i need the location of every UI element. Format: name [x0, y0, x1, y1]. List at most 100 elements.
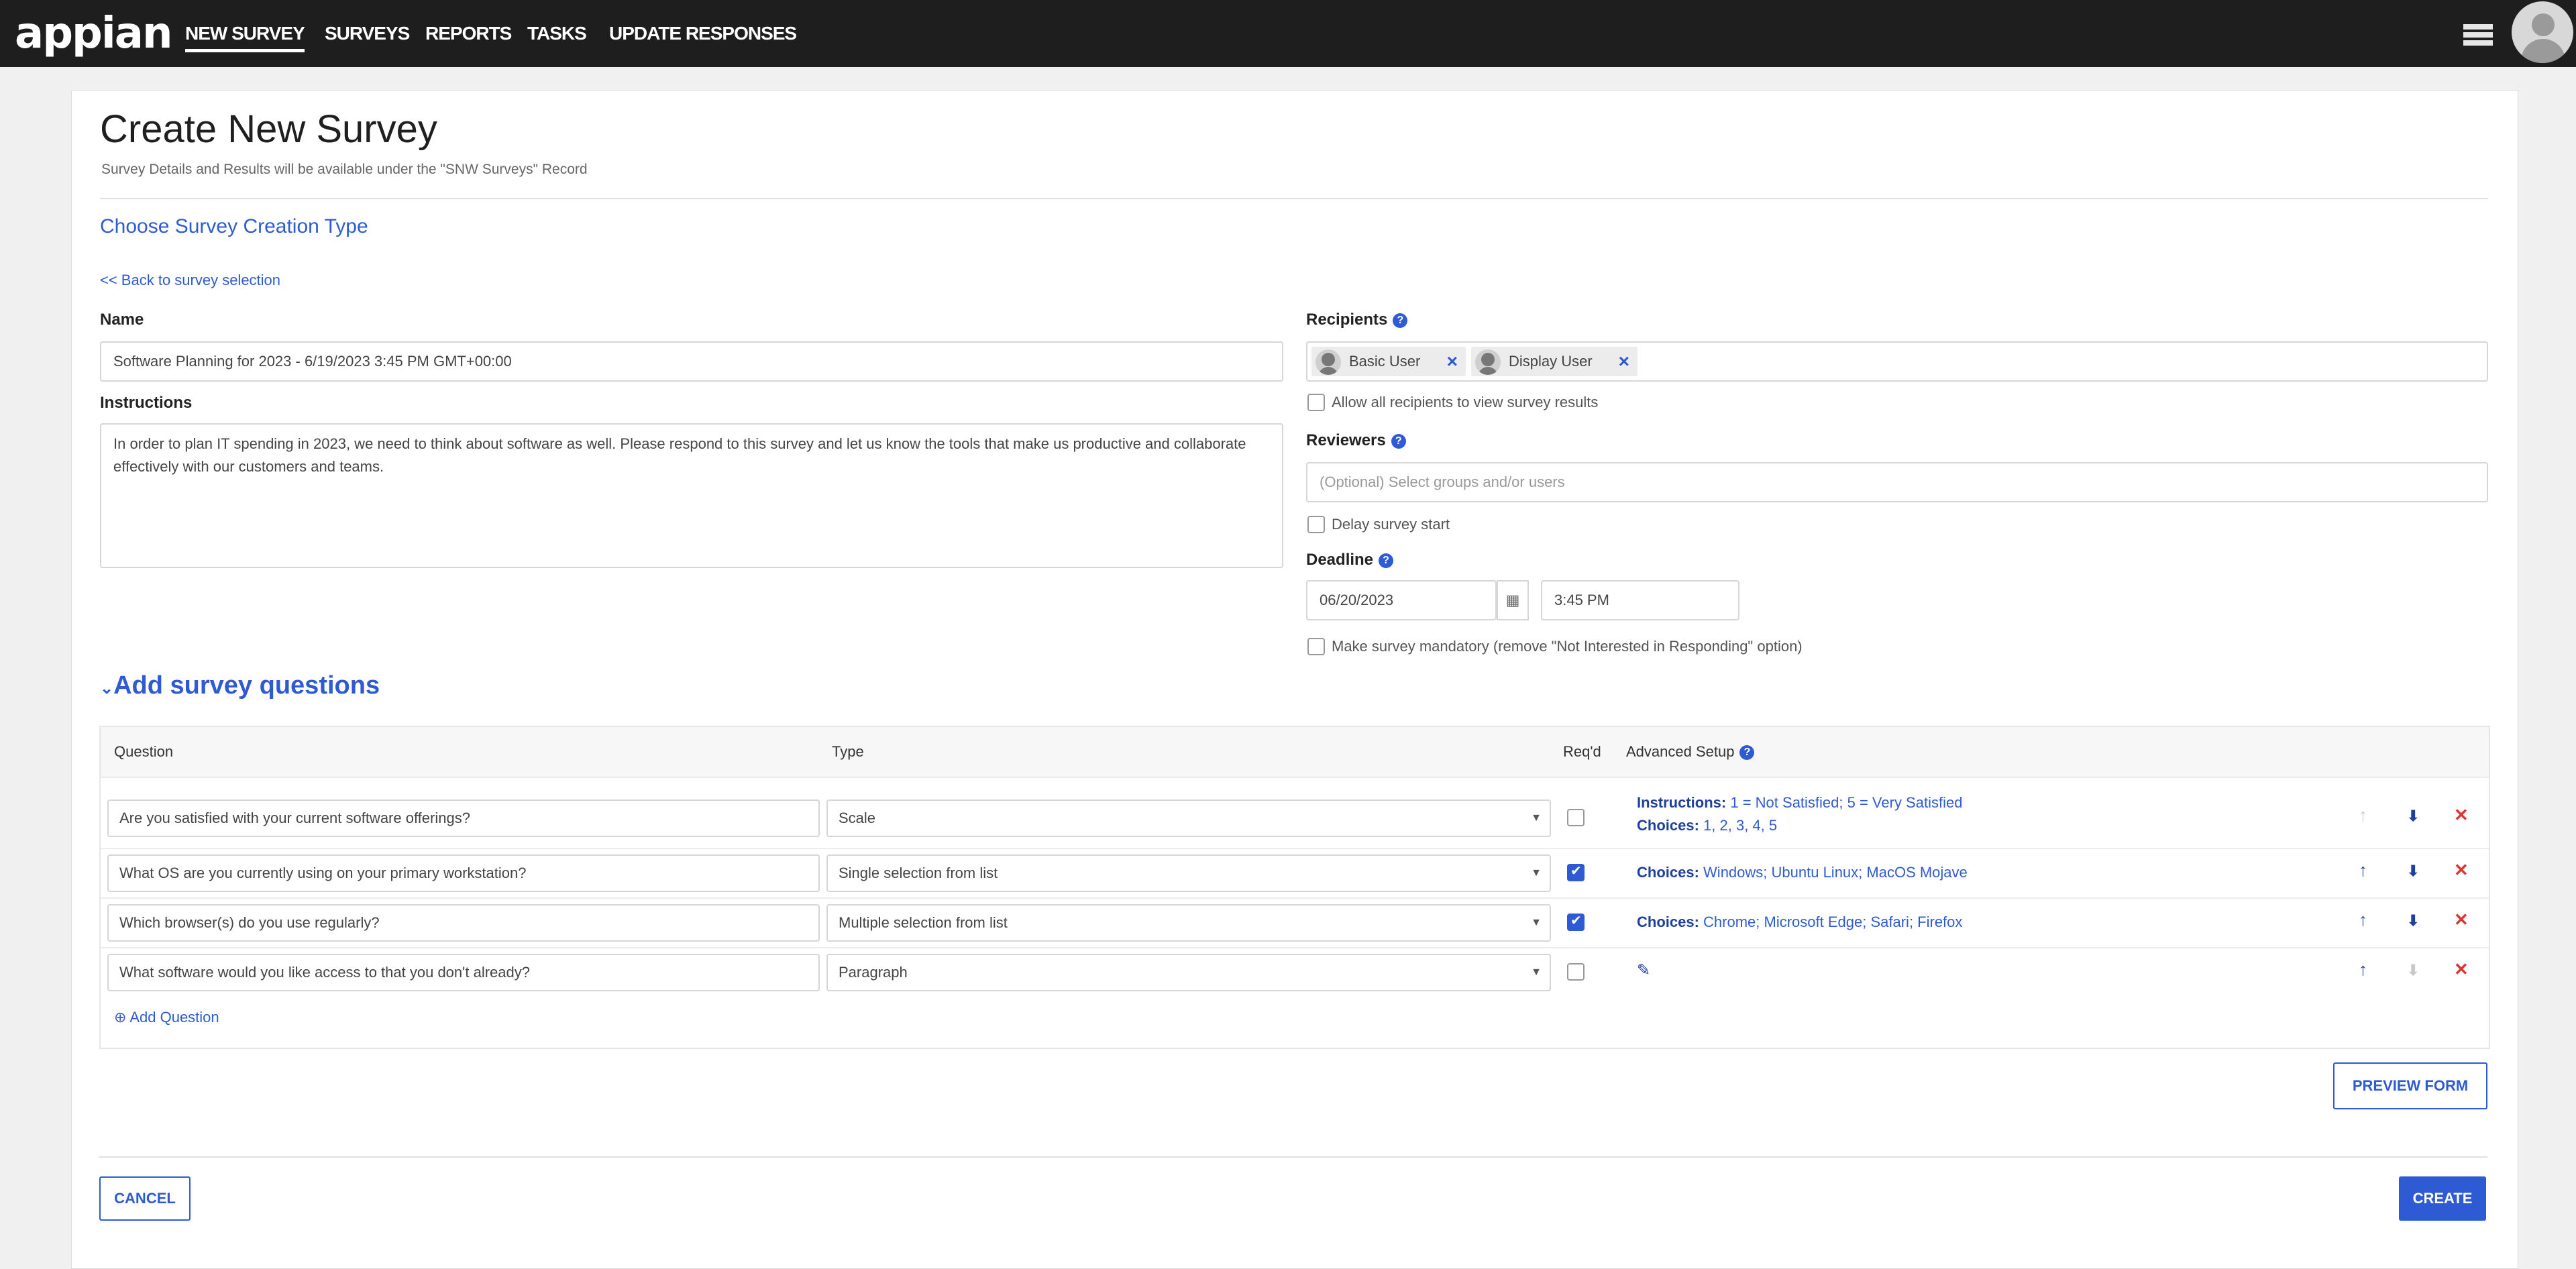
calendar-icon[interactable]: ▦ — [1497, 580, 1529, 620]
appian-logo[interactable]: appian — [15, 7, 172, 60]
preview-form-button[interactable]: PREVIEW FORM — [2333, 1062, 2487, 1109]
recipient-chip: Basic User × — [1311, 347, 1466, 376]
deadline-time-input[interactable]: 3:45 PM — [1541, 580, 1739, 620]
plus-circle-icon: ⊕ — [114, 1009, 127, 1026]
user-avatar-icon — [1475, 349, 1501, 375]
title-divider — [100, 198, 2488, 199]
instructions-textarea[interactable]: In order to plan IT spending in 2023, we… — [100, 423, 1283, 568]
section-title: Add survey questions — [113, 671, 380, 700]
dropdown-arrow-icon: ▼ — [1531, 812, 1542, 824]
dropdown-arrow-icon: ▼ — [1531, 867, 1542, 879]
type-value: Scale — [839, 810, 876, 826]
add-questions-section-header[interactable]: ⌄Add survey questions — [100, 671, 380, 700]
required-checkbox[interactable] — [1567, 912, 1585, 931]
survey-form-card: Create New Survey Survey Details and Res… — [71, 90, 2518, 1269]
move-down-icon[interactable]: ⬇ — [2407, 912, 2419, 930]
delete-icon[interactable]: ✕ — [2454, 805, 2469, 826]
name-input[interactable]: Software Planning for 2023 - 6/19/2023 3… — [100, 341, 1283, 382]
delete-icon[interactable]: ✕ — [2454, 909, 2469, 930]
help-icon[interactable]: ? — [1739, 745, 1755, 761]
advanced-setup-link[interactable]: Choices: Chrome; Microsoft Edge; Safari;… — [1637, 911, 1962, 934]
advanced-value: 1 = Not Satisfied; 5 = Very Satisfied — [1730, 794, 1963, 811]
name-label: Name — [100, 311, 144, 329]
footer-divider — [99, 1156, 2487, 1158]
column-header-question: Question — [114, 743, 174, 760]
allow-results-label: Allow all recipients to view survey resu… — [1332, 394, 1599, 410]
move-up-icon[interactable]: ↑ — [2359, 959, 2367, 980]
nav-update-responses[interactable]: UPDATE RESPONSES — [609, 20, 797, 47]
question-input[interactable]: What software would you like access to t… — [107, 954, 820, 991]
help-icon[interactable]: ? — [1393, 313, 1408, 328]
reviewers-label-text: Reviewers — [1306, 431, 1386, 449]
type-dropdown[interactable]: Single selection from list ▼ — [826, 854, 1551, 892]
type-value: Multiple selection from list — [839, 914, 1008, 931]
top-navigation-bar: appian NEW SURVEY SURVEYS REPORTS TASKS … — [0, 0, 2576, 67]
choose-creation-type-link[interactable]: Choose Survey Creation Type — [100, 215, 368, 238]
mandatory-label: Make survey mandatory (remove "Not Inter… — [1332, 638, 1803, 655]
deadline-date-input[interactable]: 06/20/2023 — [1306, 580, 1497, 620]
hamburger-icon[interactable] — [2463, 24, 2493, 47]
deadline-label: Deadline? — [1306, 551, 1394, 569]
recipients-picker[interactable]: Basic User × Display User × — [1306, 341, 2488, 382]
move-down-icon[interactable]: ⬇ — [2407, 863, 2419, 880]
delay-start-checkbox[interactable] — [1307, 516, 1325, 533]
deadline-label-text: Deadline — [1306, 551, 1374, 569]
delete-icon[interactable]: ✕ — [2454, 860, 2469, 881]
delete-icon[interactable]: ✕ — [2454, 959, 2469, 980]
user-avatar-icon — [1316, 349, 1341, 375]
cancel-button[interactable]: CANCEL — [99, 1176, 191, 1221]
question-input[interactable]: Are you satisfied with your current soft… — [107, 799, 820, 837]
grid-header — [101, 727, 2489, 777]
question-input[interactable]: Which browser(s) do you use regularly? — [107, 904, 820, 942]
advanced-label: Choices: — [1637, 817, 1699, 834]
nav-tasks[interactable]: TASKS — [527, 20, 587, 47]
column-header-required: Req'd — [1563, 743, 1601, 760]
required-checkbox[interactable] — [1567, 809, 1585, 826]
nav-new-survey[interactable]: NEW SURVEY — [185, 20, 305, 52]
type-value: Paragraph — [839, 964, 908, 981]
chevron-down-icon: ⌄ — [100, 679, 114, 698]
add-question-label: Add Question — [129, 1009, 219, 1026]
advanced-label: Choices: — [1637, 864, 1699, 881]
type-dropdown[interactable]: Paragraph ▼ — [826, 954, 1551, 991]
remove-icon[interactable]: × — [1447, 347, 1458, 376]
question-input[interactable]: What OS are you currently using on your … — [107, 854, 820, 892]
nav-reports[interactable]: REPORTS — [425, 20, 512, 47]
user-avatar-icon[interactable] — [2512, 1, 2573, 63]
recipient-name: Basic User — [1349, 353, 1421, 370]
questions-grid: Question Type Req'd Advanced Setup? Are … — [99, 726, 2490, 1049]
recipient-name: Display User — [1509, 353, 1593, 370]
advanced-setup-header-text: Advanced Setup — [1626, 743, 1735, 760]
allow-results-checkbox[interactable] — [1307, 394, 1325, 411]
advanced-label: Instructions: — [1637, 794, 1727, 811]
advanced-value: Chrome; Microsoft Edge; Safari; Firefox — [1703, 914, 1963, 930]
move-down-icon: ⬇ — [2407, 962, 2420, 979]
back-to-selection-link[interactable]: << Back to survey selection — [100, 272, 280, 289]
advanced-value: 1, 2, 3, 4, 5 — [1703, 817, 1778, 834]
type-dropdown[interactable]: Multiple selection from list ▼ — [826, 904, 1551, 942]
pencil-icon[interactable]: ✎ — [1637, 959, 1650, 982]
page-subtitle: Survey Details and Results will be avail… — [101, 162, 588, 177]
delay-start-label: Delay survey start — [1332, 516, 1450, 533]
move-up-icon[interactable]: ↑ — [2359, 909, 2367, 930]
mandatory-checkbox[interactable] — [1307, 638, 1325, 655]
recipients-label: Recipients? — [1306, 311, 1408, 329]
help-icon[interactable]: ? — [1391, 433, 1406, 449]
advanced-value: Windows; Ubuntu Linux; MacOS Mojave — [1703, 864, 1968, 881]
active-tab-indicator — [185, 49, 305, 52]
create-button[interactable]: CREATE — [2399, 1176, 2486, 1221]
help-icon[interactable]: ? — [1379, 553, 1394, 568]
remove-icon[interactable]: × — [1619, 347, 1629, 376]
reviewers-picker[interactable]: (Optional) Select groups and/or users — [1306, 462, 2488, 502]
nav-surveys[interactable]: SURVEYS — [325, 20, 410, 47]
advanced-setup-link[interactable]: Instructions: 1 = Not Satisfied; 5 = Ver… — [1637, 791, 1962, 837]
advanced-setup-link[interactable]: Choices: Windows; Ubuntu Linux; MacOS Mo… — [1637, 861, 1968, 884]
type-dropdown[interactable]: Scale ▼ — [826, 799, 1551, 837]
add-question-link[interactable]: ⊕ Add Question — [114, 1009, 219, 1026]
move-down-icon[interactable]: ⬇ — [2407, 808, 2419, 825]
recipient-chip: Display User × — [1471, 347, 1638, 376]
move-up-icon[interactable]: ↑ — [2359, 860, 2367, 881]
column-header-advanced-setup: Advanced Setup? — [1626, 727, 1755, 777]
required-checkbox[interactable] — [1567, 863, 1585, 881]
required-checkbox[interactable] — [1567, 963, 1585, 981]
